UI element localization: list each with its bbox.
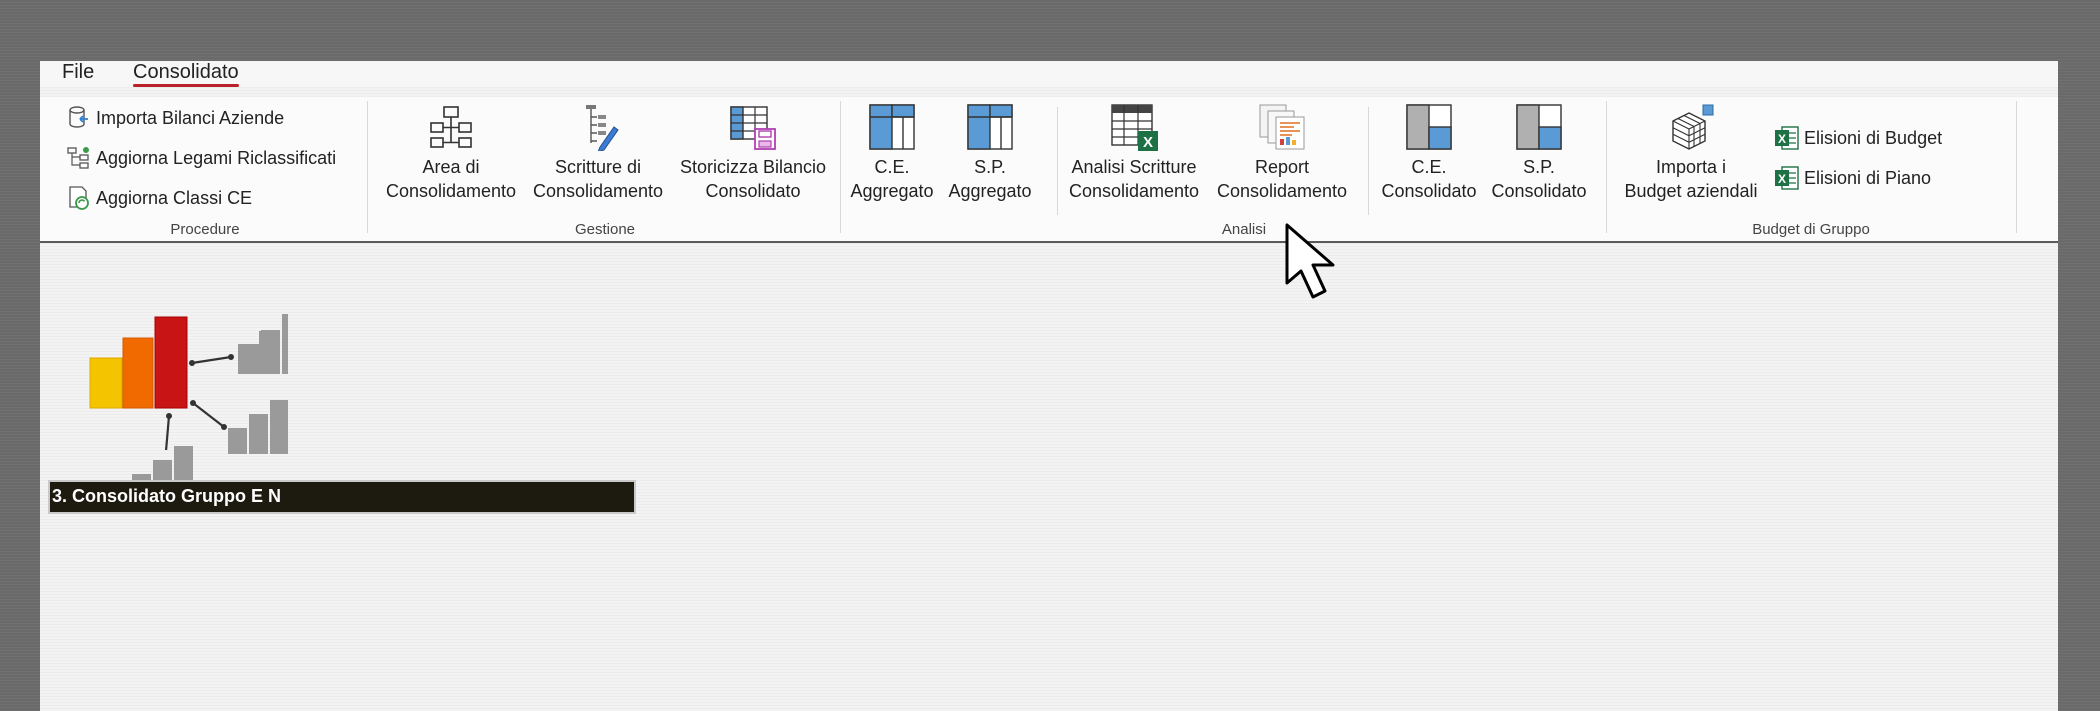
scritture-consolidamento-label-1: Scritture di	[554, 157, 642, 177]
group-label-analisi: Analisi	[1221, 221, 1267, 238]
aggiorna-legami-button[interactable]: Aggiorna Legami Riclassificati	[66, 143, 336, 173]
menu-bar: File Consolidato	[40, 61, 2058, 87]
sp-consolidato-label-2: Consolidato	[1491, 181, 1587, 201]
table-grey-icon	[1516, 104, 1562, 150]
separator	[840, 101, 841, 233]
ce-consolidato-label-1: C.E.	[1411, 157, 1447, 177]
aggiorna-legami-label: Aggiorna Legami Riclassificati	[96, 147, 337, 168]
storicizza-bilancio-label-1: Storicizza Bilancio	[679, 157, 827, 177]
sp-aggregato-label-2: Aggregato	[948, 181, 1032, 201]
storicizza-bilancio-button[interactable]: Storicizza Bilancio Consolidato	[676, 103, 830, 203]
analisi-scritture-label-1: Analisi Scritture	[1071, 157, 1197, 177]
save-table-icon	[730, 106, 776, 150]
svg-text:X: X	[1143, 134, 1153, 151]
separator	[2016, 101, 2017, 233]
storicizza-bilancio-label-2: Consolidato	[705, 181, 801, 201]
menu-consolidato-tab[interactable]: Consolidato	[133, 61, 239, 87]
group-label-budget: Budget di Gruppo	[1752, 221, 1870, 238]
analisi-scritture-button[interactable]: X Analisi Scritture Consolidamento	[1064, 103, 1204, 203]
ribbon: Importa Bilanci Aziende Aggiorna Legami …	[40, 97, 2058, 243]
ce-consolidato-button[interactable]: C.E. Consolidato	[1376, 103, 1482, 203]
menu-file[interactable]: File	[62, 61, 94, 87]
ce-aggregato-label-2: Aggregato	[850, 181, 934, 201]
refresh-document-icon	[69, 186, 89, 210]
app-window: File Consolidato Importa Bilanci Aziende…	[40, 61, 2058, 711]
report-consolidamento-label-2: Consolidamento	[1216, 181, 1348, 201]
ce-aggregato-label-1: C.E.	[874, 157, 910, 177]
edit-list-icon	[586, 105, 619, 151]
table-grey-icon	[1406, 104, 1452, 150]
excel-table-icon: X	[1111, 104, 1158, 151]
separator	[1057, 107, 1058, 215]
aggiorna-classi-label: Aggiorna Classi CE	[96, 187, 253, 208]
excel-icon: X	[1775, 126, 1799, 150]
importa-budget-label-2: Budget aziendali	[1624, 181, 1758, 201]
table-blue-icon	[967, 104, 1013, 150]
excel-icon: X	[1775, 166, 1799, 190]
link-update-icon	[67, 147, 89, 169]
sp-consolidato-button[interactable]: S.P. Consolidato	[1486, 103, 1592, 203]
elisioni-piano-label: Elisioni di Piano	[1804, 167, 1932, 188]
importa-bilanci-button[interactable]: Importa Bilanci Aziende	[66, 103, 284, 133]
importa-bilanci-label: Importa Bilanci Aziende	[96, 107, 285, 128]
company-name-field[interactable]: 3. Consolidato Gruppo E N	[48, 480, 636, 514]
group-label-procedure: Procedure	[170, 221, 240, 238]
separator	[1606, 101, 1607, 233]
separator	[367, 101, 368, 233]
importa-budget-label-1: Importa i	[1655, 157, 1727, 177]
mouse-cursor-icon	[1285, 223, 1335, 299]
separator	[1368, 107, 1369, 215]
database-import-icon	[69, 106, 88, 128]
elisioni-piano-button[interactable]: X Elisioni di Piano	[1774, 163, 1931, 193]
scritture-consolidamento-label-2: Consolidamento	[532, 181, 664, 201]
sp-consolidato-label-1: S.P.	[1523, 157, 1555, 177]
cube-import-icon	[1672, 104, 1714, 150]
area-consolidamento-button[interactable]: Area di Consolidamento	[383, 103, 519, 203]
elisioni-budget-button[interactable]: X Elisioni di Budget	[1774, 123, 1942, 153]
importa-budget-button[interactable]: Importa i Budget aziendali	[1618, 103, 1764, 203]
svg-text:X: X	[1778, 172, 1786, 186]
org-chart-icon	[430, 106, 472, 148]
report-consolidamento-button[interactable]: Report Consolidamento	[1212, 103, 1352, 203]
group-label-gestione: Gestione	[574, 221, 636, 238]
report-icon	[1259, 104, 1305, 150]
report-consolidamento-label-1: Report	[1254, 157, 1310, 177]
scritture-consolidamento-button[interactable]: Scritture di Consolidamento	[528, 103, 668, 203]
area-consolidamento-label-2: Consolidamento	[385, 181, 517, 201]
ce-consolidato-label-2: Consolidato	[1381, 181, 1477, 201]
elisioni-budget-label: Elisioni di Budget	[1804, 127, 1943, 148]
svg-text:X: X	[1778, 132, 1786, 146]
sp-aggregato-label-1: S.P.	[974, 157, 1006, 177]
ce-aggregato-button[interactable]: C.E. Aggregato	[848, 103, 936, 203]
aggiorna-classi-button[interactable]: Aggiorna Classi CE	[66, 183, 252, 213]
table-blue-icon	[869, 104, 915, 150]
analisi-scritture-label-2: Consolidamento	[1068, 181, 1200, 201]
area-consolidamento-label-1: Area di	[422, 157, 480, 177]
sp-aggregato-button[interactable]: S.P. Aggregato	[946, 103, 1034, 203]
